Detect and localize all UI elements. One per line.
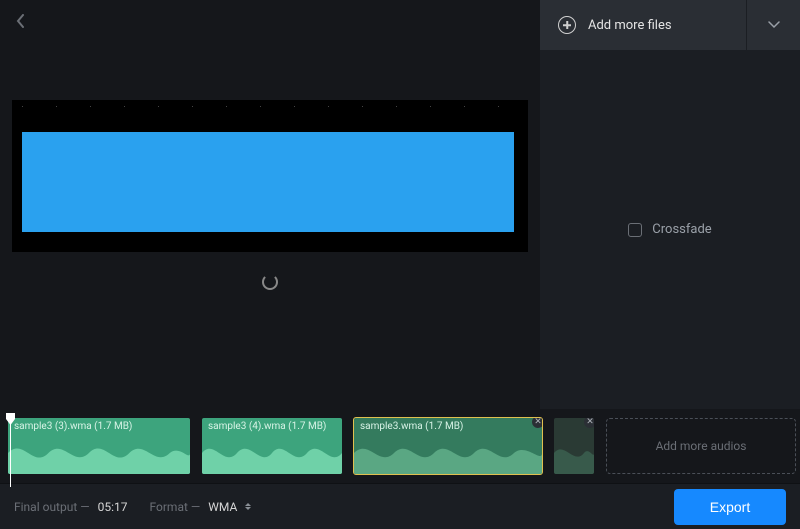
- timeline[interactable]: sample3 (3).wma (1.7 MB) sample3 (4).wma…: [0, 409, 800, 483]
- back-button[interactable]: [12, 12, 30, 30]
- sidebar-header: Add more files: [540, 0, 800, 50]
- format-value: WMA: [208, 500, 237, 514]
- final-output-value: 05:17: [98, 500, 128, 514]
- audio-clip[interactable]: sample3 (4).wma (1.7 MB): [202, 418, 342, 474]
- clip-waveform: [8, 432, 190, 474]
- add-more-audios-button[interactable]: Add more audios: [606, 418, 796, 474]
- expand-files-button[interactable]: [746, 0, 800, 50]
- audio-clip[interactable]: sample3 (3).wma (1.7 MB): [8, 418, 190, 474]
- format-caption: Format —: [150, 500, 201, 514]
- clip-label: sample3 (4).wma (1.7 MB): [208, 421, 326, 432]
- format-select[interactable]: Format — WMA: [150, 500, 252, 514]
- clip-waveform: [554, 432, 594, 474]
- clip-waveform: [354, 432, 542, 474]
- bottom-panel: sample3 (3).wma (1.7 MB) sample3 (4).wma…: [0, 409, 800, 529]
- add-more-files-button[interactable]: Add more files: [540, 0, 746, 50]
- add-files-label: Add more files: [588, 18, 672, 33]
- audio-clip-trailing[interactable]: ✕: [554, 418, 594, 474]
- footer-bar: Final output — 05:17 Format — WMA Export: [0, 483, 800, 529]
- final-output-caption: Final output —: [14, 500, 90, 514]
- sort-icon: [245, 503, 251, 510]
- export-button[interactable]: Export: [674, 489, 786, 525]
- checkbox-icon: [628, 223, 642, 237]
- clip-label: sample3 (3).wma (1.7 MB): [14, 421, 132, 432]
- waveform-main: [22, 112, 514, 252]
- plus-circle-icon: [558, 16, 576, 34]
- crossfade-toggle[interactable]: Crossfade: [540, 222, 800, 237]
- remove-clip-button[interactable]: ✕: [584, 418, 594, 428]
- loading-spinner-icon: [262, 274, 278, 290]
- sidebar: Add more files Crossfade: [540, 0, 800, 409]
- chevron-left-icon: [16, 14, 26, 28]
- add-more-audios-label: Add more audios: [656, 439, 747, 453]
- final-output-info: Final output — 05:17: [14, 500, 128, 514]
- clip-waveform: [202, 432, 342, 474]
- preview-pane: [0, 0, 540, 409]
- audio-clip-selected[interactable]: sample3.wma (1.7 MB) ✕: [354, 418, 542, 474]
- crossfade-label: Crossfade: [652, 222, 711, 237]
- clip-label: sample3.wma (1.7 MB): [360, 421, 463, 432]
- playhead[interactable]: [6, 413, 15, 425]
- remove-clip-button[interactable]: ✕: [532, 418, 542, 428]
- waveform-panel[interactable]: [12, 100, 528, 252]
- chevron-down-icon: [768, 21, 780, 29]
